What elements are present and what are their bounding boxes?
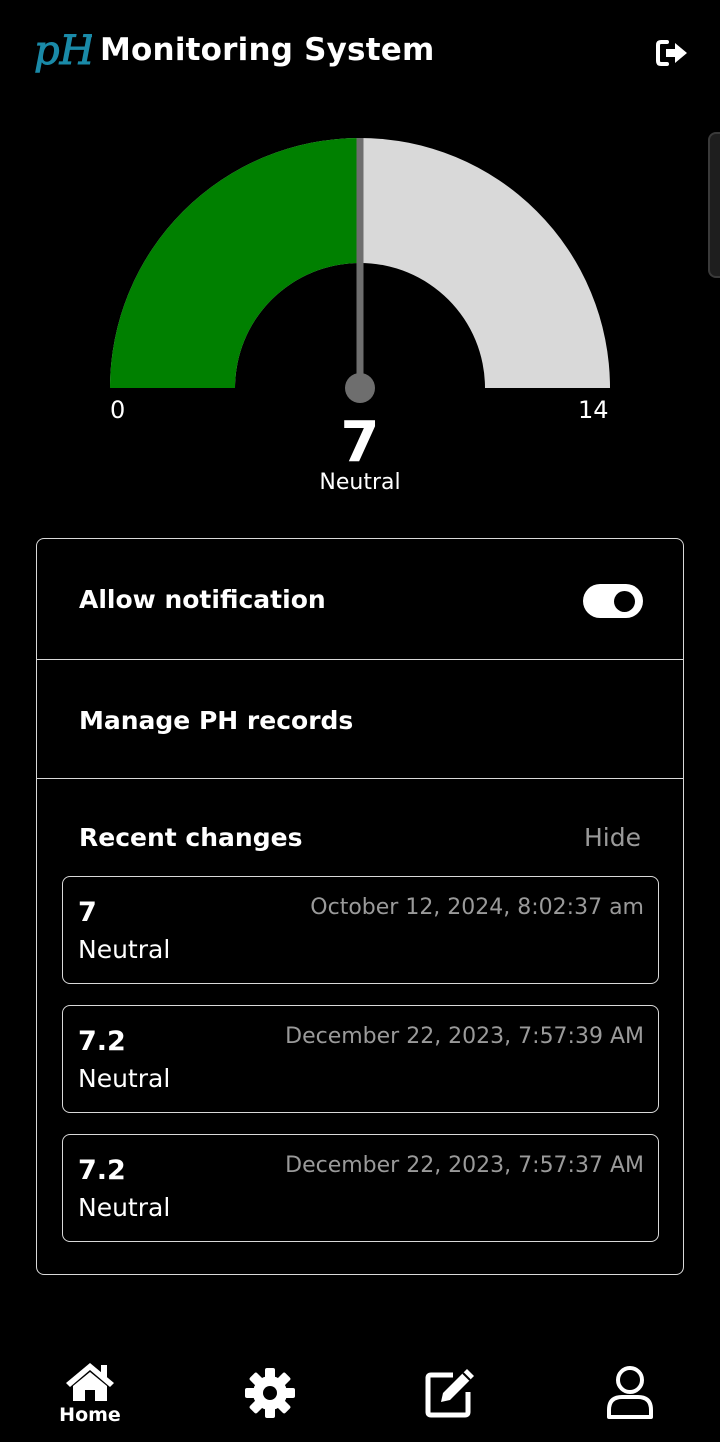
bottom-nav: Home <box>0 1350 720 1442</box>
notification-label: Allow notification <box>79 585 326 614</box>
home-icon <box>66 1363 114 1401</box>
gear-icon <box>245 1368 295 1418</box>
gauge-status: Neutral <box>319 470 401 495</box>
record-value: 7 <box>78 897 97 928</box>
notification-row: Allow notification <box>37 539 683 660</box>
record-item[interactable]: 7.2 Neutral December 22, 2023, 7:57:37 A… <box>62 1134 659 1242</box>
logout-icon <box>656 40 687 66</box>
nav-home-label: Home <box>59 1404 121 1426</box>
svg-text:pH: pH <box>34 28 92 74</box>
edit-icon <box>425 1369 474 1418</box>
ph-gauge: 0 14 7 Neutral <box>0 120 720 510</box>
manage-records-row[interactable]: Manage PH records <box>37 660 683 779</box>
record-item[interactable]: 7 Neutral October 12, 2024, 8:02:37 am <box>62 876 659 984</box>
gauge-chart <box>110 138 610 403</box>
app-header: pH Monitoring System <box>0 0 720 106</box>
ph-logo: pH <box>34 28 93 75</box>
record-item[interactable]: 7.2 Neutral December 22, 2023, 7:57:39 A… <box>62 1005 659 1113</box>
recent-changes-title: Recent changes <box>79 823 303 852</box>
record-timestamp: October 12, 2024, 8:02:37 am <box>310 895 644 920</box>
notification-toggle[interactable] <box>583 584 643 618</box>
gauge-value: 7 <box>340 410 380 475</box>
nav-settings[interactable] <box>220 1360 320 1440</box>
gauge-needle-hub <box>345 373 375 403</box>
app-root: pH Monitoring System 0 14 7 Neutral Allo… <box>0 0 720 1442</box>
hide-button[interactable]: Hide <box>584 823 641 852</box>
toggle-knob <box>614 591 635 612</box>
nav-edit[interactable] <box>400 1360 500 1440</box>
manage-records-label: Manage PH records <box>79 706 354 735</box>
logout-button[interactable] <box>656 38 690 68</box>
settings-card: Allow notification Manage PH records Rec… <box>36 538 684 1275</box>
record-value: 7.2 <box>78 1155 126 1186</box>
record-value: 7.2 <box>78 1026 126 1057</box>
recent-changes-header: Recent changes Hide <box>37 801 683 852</box>
nav-profile[interactable] <box>580 1360 680 1440</box>
user-icon <box>607 1366 653 1419</box>
record-status: Neutral <box>78 1193 171 1222</box>
record-status: Neutral <box>78 1064 171 1093</box>
record-timestamp: December 22, 2023, 7:57:37 AM <box>285 1153 644 1178</box>
app-title: Monitoring System <box>100 32 435 68</box>
record-status: Neutral <box>78 935 171 964</box>
gauge-fill <box>110 138 360 388</box>
record-timestamp: December 22, 2023, 7:57:39 AM <box>285 1024 644 1049</box>
nav-home[interactable]: Home <box>40 1360 140 1440</box>
